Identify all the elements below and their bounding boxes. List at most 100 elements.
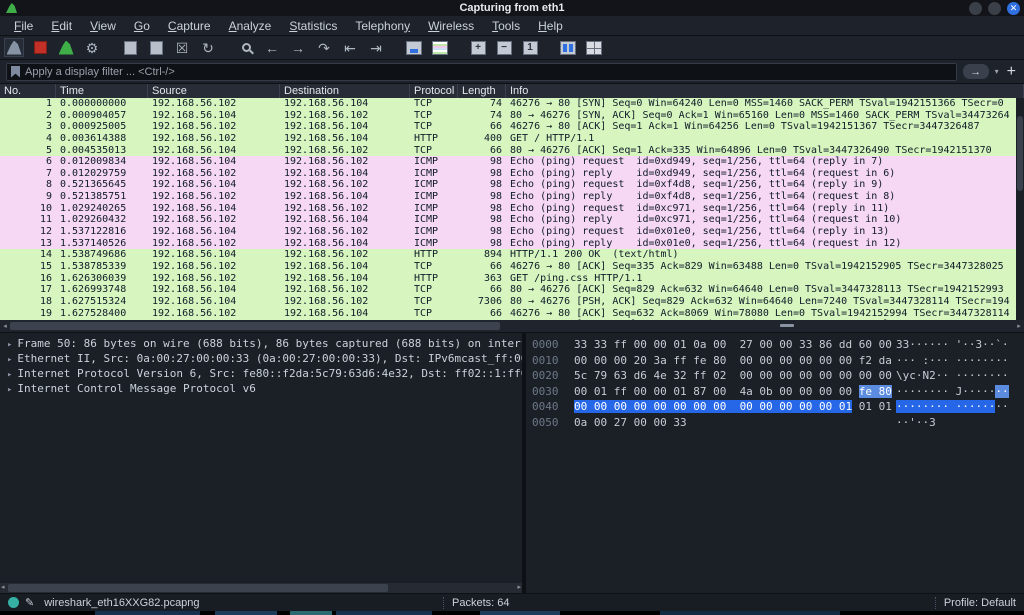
- scroll-right-icon[interactable]: ▸: [517, 583, 521, 593]
- filter-bookmark-icon[interactable]: [11, 66, 20, 78]
- scroll-left-icon[interactable]: ◂: [0, 322, 10, 330]
- detail-line-1[interactable]: ▸Ethernet II, Src: 0a:00:27:00:00:33 (0a…: [4, 351, 522, 366]
- menu-capture[interactable]: Capture: [160, 17, 219, 35]
- splitter-grip[interactable]: [780, 324, 794, 327]
- zoom-out-icon[interactable]: −: [494, 38, 514, 57]
- table-row-packet-18[interactable]: 181.627515324192.168.56.104192.168.56.10…: [0, 296, 1024, 308]
- column-header-source[interactable]: Source: [148, 84, 280, 98]
- hex-ascii[interactable]: ··· :··· ········: [896, 353, 1009, 369]
- hscrollbar-thumb[interactable]: [10, 322, 500, 330]
- hex-bytes[interactable]: 0a 00 27 00 00 33: [574, 415, 896, 431]
- go-first-packet-icon[interactable]: ⇤: [340, 38, 360, 57]
- column-header-destination[interactable]: Destination: [280, 84, 410, 98]
- details-hscrollbar-thumb[interactable]: [8, 584, 388, 592]
- go-last-packet-icon[interactable]: ⇥: [366, 38, 386, 57]
- column-header-no[interactable]: No.: [0, 84, 56, 98]
- table-row-packet-3[interactable]: 30.000925005192.168.56.102192.168.56.104…: [0, 121, 1024, 133]
- minimize-button[interactable]: [969, 2, 982, 15]
- display-filter-field[interactable]: [6, 63, 957, 81]
- hex-row-0030[interactable]: 003000 01 ff 00 00 01 87 00 4a 0b 00 00 …: [532, 384, 1024, 400]
- hex-ascii[interactable]: ··'··3: [896, 415, 936, 431]
- hex-bytes[interactable]: 00 00 00 20 3a ff fe 80 00 00 00 00 00 0…: [574, 353, 896, 369]
- hex-ascii[interactable]: ········ J·······: [896, 384, 1009, 400]
- hex-row-0040[interactable]: 004000 00 00 00 00 00 00 00 00 00 00 00 …: [532, 399, 1024, 415]
- table-row-packet-6[interactable]: 60.012009834192.168.56.104192.168.56.102…: [0, 156, 1024, 168]
- hex-bytes[interactable]: 00 00 00 00 00 00 00 00 00 00 00 00 00 0…: [574, 399, 896, 415]
- menu-statistics[interactable]: Statistics: [281, 17, 345, 35]
- column-header-time[interactable]: Time: [56, 84, 148, 98]
- menu-file[interactable]: File: [6, 17, 41, 35]
- save-file-icon[interactable]: [146, 38, 166, 57]
- scroll-right-icon[interactable]: ▸: [1014, 322, 1024, 330]
- hex-row-0010[interactable]: 001000 00 00 20 3a ff fe 80 00 00 00 00 …: [532, 353, 1024, 369]
- menu-go[interactable]: Go: [126, 17, 158, 35]
- table-row-packet-1[interactable]: 10.000000000192.168.56.102192.168.56.104…: [0, 98, 1024, 110]
- expander-icon[interactable]: ▸: [4, 340, 17, 350]
- table-row-packet-9[interactable]: 90.521385751192.168.56.102192.168.56.104…: [0, 191, 1024, 203]
- apply-filter-button[interactable]: →: [963, 64, 989, 79]
- expert-info-icon[interactable]: [8, 597, 19, 608]
- menu-edit[interactable]: Edit: [43, 17, 80, 35]
- table-row-packet-15[interactable]: 151.538785339192.168.56.102192.168.56.10…: [0, 261, 1024, 273]
- menu-telephony[interactable]: Telephony: [347, 17, 418, 35]
- go-forward-icon[interactable]: →: [288, 38, 308, 57]
- hex-row-0020[interactable]: 00205c 79 63 d6 4e 32 ff 02 00 00 00 00 …: [532, 368, 1024, 384]
- table-row-packet-13[interactable]: 131.537140526192.168.56.102192.168.56.10…: [0, 238, 1024, 250]
- add-filter-button[interactable]: +: [1005, 64, 1018, 80]
- capture-comment-icon[interactable]: ✎: [25, 596, 34, 609]
- packet-list-vscrollbar[interactable]: [1016, 98, 1024, 320]
- table-row-packet-10[interactable]: 101.029240265192.168.56.104192.168.56.10…: [0, 203, 1024, 215]
- hex-row-0050[interactable]: 00500a 00 27 00 00 33··'··3: [532, 415, 1024, 431]
- vscrollbar-thumb[interactable]: [1017, 116, 1023, 191]
- hex-ascii[interactable]: ········ ········: [896, 399, 1009, 415]
- table-row-packet-12[interactable]: 121.537122816192.168.56.104192.168.56.10…: [0, 226, 1024, 238]
- expander-icon[interactable]: ▸: [4, 385, 17, 395]
- detail-line-3[interactable]: ▸Internet Control Message Protocol v6: [4, 381, 522, 396]
- detail-line-0[interactable]: ▸Frame 50: 86 bytes on wire (688 bits), …: [4, 336, 522, 351]
- table-row-packet-19[interactable]: 191.627528400192.168.56.102192.168.56.10…: [0, 308, 1024, 320]
- column-header-info[interactable]: Info: [506, 84, 1024, 98]
- table-row-packet-8[interactable]: 80.521365645192.168.56.104192.168.56.102…: [0, 179, 1024, 191]
- table-row-packet-14[interactable]: 141.538749686192.168.56.104192.168.56.10…: [0, 249, 1024, 261]
- find-packet-icon[interactable]: [236, 38, 256, 57]
- profile-label[interactable]: Profile: Default: [944, 597, 1016, 609]
- hex-ascii[interactable]: 33······ '··3··`·: [896, 337, 1009, 353]
- capture-options-icon[interactable]: ⚙: [82, 38, 102, 57]
- hex-bytes[interactable]: 5c 79 63 d6 4e 32 ff 02 00 00 00 00 00 0…: [574, 368, 896, 384]
- hex-ascii[interactable]: \yc·N2·· ········: [896, 368, 1009, 384]
- detail-line-2[interactable]: ▸Internet Protocol Version 6, Src: fe80:…: [4, 366, 522, 381]
- menu-analyze[interactable]: Analyze: [221, 17, 280, 35]
- table-row-packet-16[interactable]: 161.626306039192.168.56.102192.168.56.10…: [0, 273, 1024, 285]
- restart-capture-icon[interactable]: [56, 38, 76, 57]
- go-to-packet-icon[interactable]: ↷: [314, 38, 334, 57]
- colorize-icon[interactable]: [430, 38, 450, 57]
- close-file-icon[interactable]: ☒: [172, 38, 192, 57]
- layout-123-icon[interactable]: [584, 38, 604, 57]
- column-header-length[interactable]: Length: [458, 84, 506, 98]
- table-row-packet-5[interactable]: 50.004535013192.168.56.104192.168.56.102…: [0, 145, 1024, 157]
- scroll-left-icon[interactable]: ◂: [1, 583, 5, 593]
- table-row-packet-7[interactable]: 70.012029759192.168.56.102192.168.56.104…: [0, 168, 1024, 180]
- hex-bytes[interactable]: 00 01 ff 00 00 01 87 00 4a 0b 00 00 00 0…: [574, 384, 896, 400]
- reload-file-icon[interactable]: ↻: [198, 38, 218, 57]
- table-row-packet-2[interactable]: 20.000904057192.168.56.104192.168.56.102…: [0, 110, 1024, 122]
- column-header-protocol[interactable]: Protocol: [410, 84, 458, 98]
- open-file-icon[interactable]: [120, 38, 140, 57]
- details-hscrollbar[interactable]: ◂ ▸: [0, 583, 522, 593]
- expander-icon[interactable]: ▸: [4, 370, 17, 380]
- menu-tools[interactable]: Tools: [484, 17, 528, 35]
- start-capture-icon[interactable]: [4, 38, 24, 57]
- hex-row-0000[interactable]: 000033 33 ff 00 00 01 0a 00 27 00 00 33 …: [532, 337, 1024, 353]
- packet-list-hscrollbar[interactable]: ◂ ▸: [0, 320, 1024, 332]
- maximize-button[interactable]: [988, 2, 1001, 15]
- resize-columns-icon[interactable]: [558, 38, 578, 57]
- table-row-packet-4[interactable]: 40.003614388192.168.56.102192.168.56.104…: [0, 133, 1024, 145]
- menu-view[interactable]: View: [82, 17, 124, 35]
- close-button[interactable]: ✕: [1007, 2, 1020, 15]
- table-row-packet-11[interactable]: 111.029260432192.168.56.102192.168.56.10…: [0, 214, 1024, 226]
- stop-capture-icon[interactable]: [30, 38, 50, 57]
- auto-scroll-icon[interactable]: [404, 38, 424, 57]
- menu-wireless[interactable]: Wireless: [420, 17, 482, 35]
- zoom-original-icon[interactable]: 1: [520, 38, 540, 57]
- zoom-in-icon[interactable]: +: [468, 38, 488, 57]
